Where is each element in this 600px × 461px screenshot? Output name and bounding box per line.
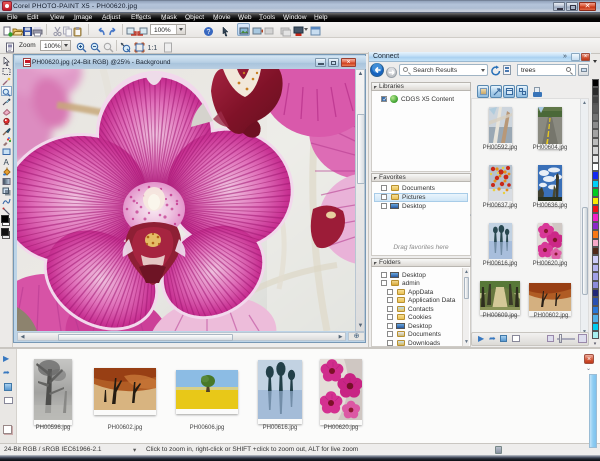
svg-text:A: A bbox=[4, 158, 10, 166]
svg-text:?: ? bbox=[207, 29, 211, 36]
svg-text:1:1: 1:1 bbox=[148, 45, 158, 52]
